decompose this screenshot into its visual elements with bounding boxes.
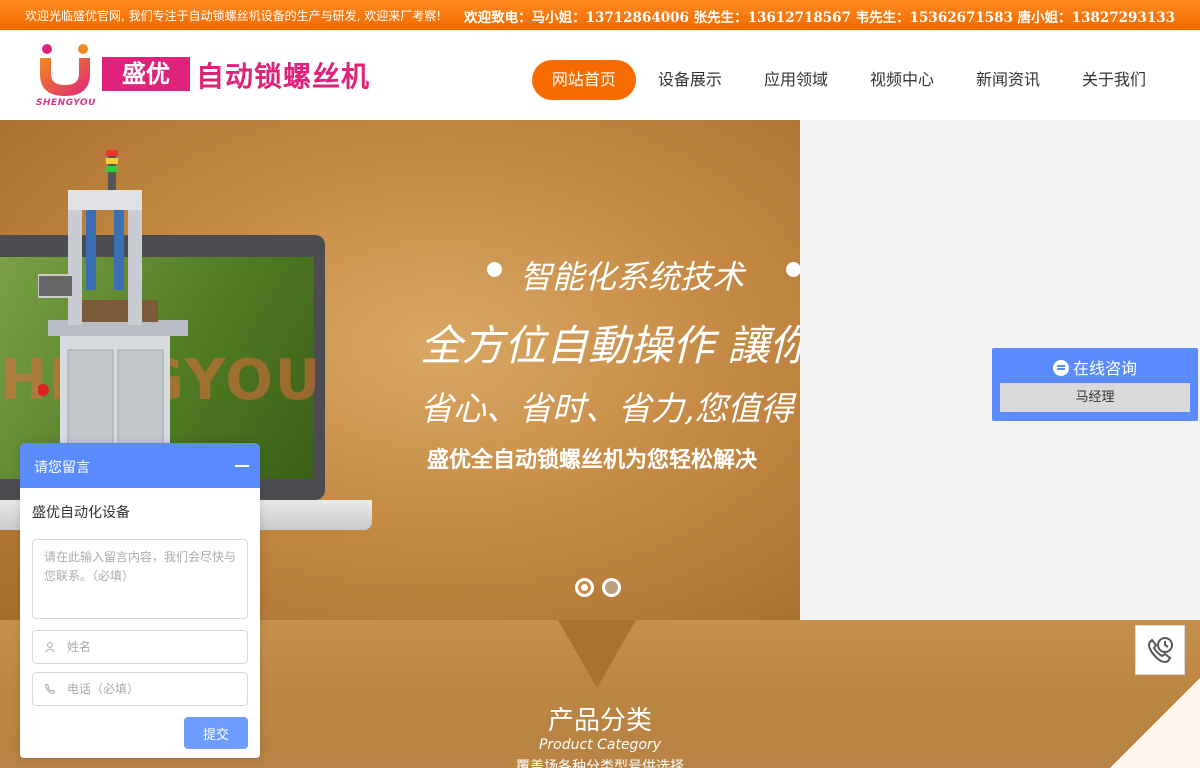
- message-company: 盛优自动化设备: [32, 505, 130, 521]
- site-logo[interactable]: SHENGYOU 盛优 自动锁螺丝机: [34, 40, 414, 110]
- carousel-dot-2[interactable]: [602, 578, 621, 597]
- message-widget: 请您留言 盛优自动化设备 提交: [20, 443, 260, 758]
- slogan-line-1: 智能化系统技术: [520, 258, 745, 296]
- slogan-dot-right: [786, 262, 800, 277]
- contact-phones: 欢迎致电：马小姐：13712864006 张先生：13612718567 韦先生…: [464, 10, 1175, 26]
- logo-subtext: SHENGYOU: [36, 98, 96, 108]
- minimize-icon[interactable]: [234, 457, 250, 473]
- phone-button[interactable]: [1135, 625, 1185, 675]
- message-textarea[interactable]: [32, 539, 248, 619]
- name-field[interactable]: [32, 630, 248, 664]
- main-nav: 网站首页 设备展示 应用领域 视频中心 新闻资讯 关于我们: [530, 60, 1166, 100]
- online-consult-widget: 在线咨询 马经理: [992, 348, 1198, 421]
- message-header[interactable]: 请您留言: [20, 443, 260, 488]
- category-corner: [1110, 678, 1200, 768]
- consult-title: 在线咨询: [1072, 359, 1137, 378]
- nav-videos[interactable]: 视频中心: [850, 60, 954, 100]
- nav-about[interactable]: 关于我们: [1062, 60, 1166, 100]
- name-input[interactable]: [67, 631, 242, 663]
- phone-icon: [45, 684, 56, 695]
- phone-field[interactable]: [32, 672, 248, 706]
- logo-brand: 盛优: [102, 57, 190, 91]
- carousel-dot-1[interactable]: [575, 578, 594, 597]
- consult-person-button[interactable]: 马经理: [1000, 383, 1190, 412]
- phone-input[interactable]: [67, 673, 242, 705]
- top-bar: 欢迎光临盛优官网, 我们专注于自动锁螺丝机设备的生产与研发, 欢迎来厂考察! 欢…: [0, 0, 1200, 30]
- slogan-line-2: 全方位自動操作 讓你: [420, 321, 800, 370]
- nav-applications[interactable]: 应用领域: [744, 60, 848, 100]
- nav-home[interactable]: 网站首页: [531, 60, 636, 100]
- chat-bubble-icon: [1052, 360, 1069, 376]
- slogan-line-4: 盛优全自动锁螺丝机为您轻松解决: [427, 448, 758, 473]
- screw-machine-image: [38, 150, 188, 450]
- message-title: 请您留言: [34, 460, 90, 476]
- slogan-dot-left: [487, 262, 502, 277]
- consult-header[interactable]: 在线咨询: [992, 355, 1198, 379]
- nav-equipment[interactable]: 设备展示: [638, 60, 742, 100]
- user-icon: [45, 642, 55, 653]
- header: SHENGYOU 盛优 自动锁螺丝机 网站首页 设备展示 应用领域 视频中心 新…: [0, 30, 1200, 120]
- category-arrow: [558, 620, 636, 688]
- nav-news[interactable]: 新闻资讯: [956, 60, 1060, 100]
- welcome-text: 欢迎光临盛优官网, 我们专注于自动锁螺丝机设备的生产与研发, 欢迎来厂考察!: [25, 9, 442, 23]
- submit-button[interactable]: 提交: [184, 717, 248, 749]
- phone-clock-icon: [1148, 637, 1173, 663]
- slogan-line-3: 省心、省时、省力,您值得: [420, 389, 794, 428]
- logo-title: 自动锁螺丝机: [196, 60, 371, 93]
